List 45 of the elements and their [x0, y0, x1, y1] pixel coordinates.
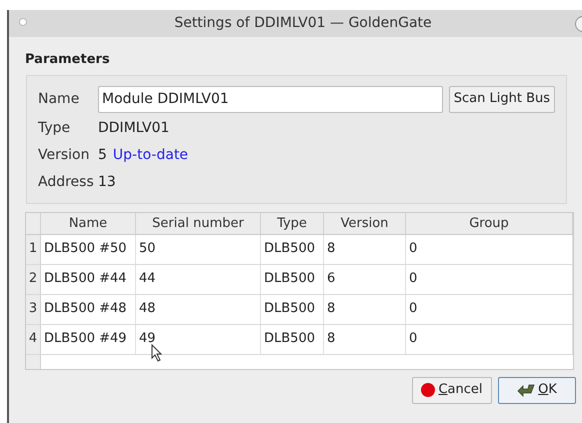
row-number[interactable]: 2 — [26, 264, 41, 294]
window-menu-icon[interactable] — [19, 18, 27, 26]
stop-icon — [421, 383, 436, 397]
version-value: 5 — [98, 146, 107, 165]
table-cell: DLB500 #44 — [41, 264, 136, 294]
table-cell: DLB500 #48 — [41, 294, 136, 324]
table-cell: DLB500 — [261, 294, 324, 324]
table-cell: 8 — [324, 324, 406, 354]
window-title: Settings of DDIMLV01 — GoldenGate — [173, 14, 432, 33]
cancel-button[interactable]: Cancel — [412, 376, 492, 404]
table-cell: 6 — [324, 264, 406, 294]
table-cell: 0 — [406, 264, 573, 294]
row-number[interactable]: 1 — [26, 234, 41, 264]
column-header[interactable]: Serial number — [136, 212, 261, 234]
table-cell: 8 — [324, 234, 406, 264]
table-cell: 0 — [406, 294, 573, 324]
column-header[interactable]: Name — [41, 212, 136, 234]
name-field[interactable]: Module DDIMLV01 — [98, 86, 443, 112]
table-cell: 50 — [136, 234, 261, 264]
table-cell: DLB500 — [261, 264, 324, 294]
ok-button[interactable]: OK — [498, 376, 576, 404]
table-cell: 8 — [324, 294, 406, 324]
field-label: Version — [38, 146, 90, 165]
field-label: Address — [38, 173, 95, 192]
column-header[interactable]: Type — [261, 212, 324, 234]
field-label: Name — [38, 90, 80, 108]
type-value: DDIMLV01 — [98, 118, 170, 138]
row-number[interactable]: 3 — [26, 294, 41, 324]
row-number[interactable]: 4 — [26, 324, 41, 354]
table-cell: DLB500 — [261, 234, 324, 264]
table-cell: DLB500 #50 — [41, 234, 136, 264]
address-value: 13 — [98, 173, 116, 192]
table-cell: 0 — [406, 324, 573, 354]
column-header[interactable]: Group — [406, 212, 573, 234]
table-cell: DLB500 #49 — [41, 324, 136, 354]
mouse-pointer-icon — [151, 344, 163, 362]
section-title: Parameters — [25, 51, 111, 69]
field-label: Type — [38, 118, 72, 138]
table-cell: DLB500 — [261, 324, 324, 354]
table-cell: 48 — [136, 294, 261, 324]
version-status-link[interactable]: Up-to-date — [112, 145, 188, 166]
column-header[interactable]: Version — [324, 212, 406, 234]
table-cell: 44 — [136, 264, 261, 294]
scan-light-bus-button[interactable]: Scan Light Bus — [448, 86, 555, 112]
table-cell: 0 — [406, 234, 573, 264]
